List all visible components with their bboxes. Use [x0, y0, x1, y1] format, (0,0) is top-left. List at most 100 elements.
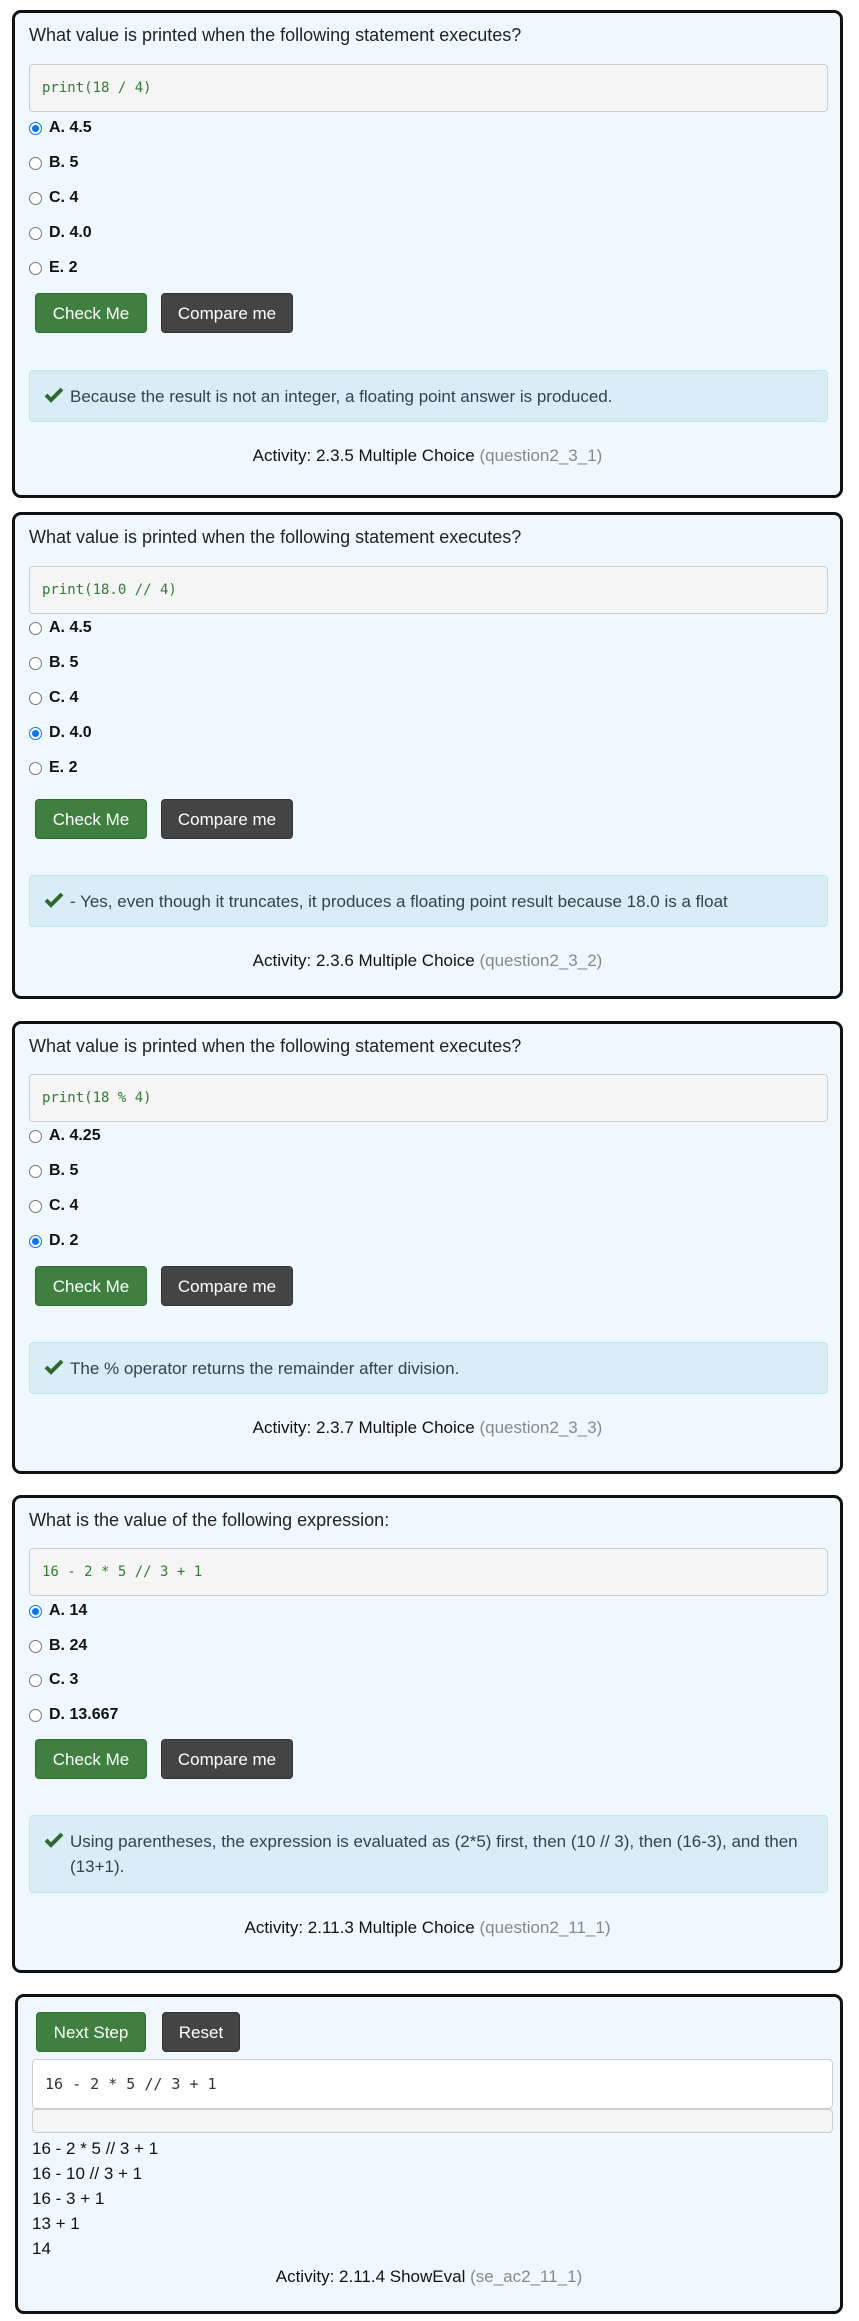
feedback-panel: Using parentheses, the expression is eva…: [29, 1815, 828, 1893]
radio-option-c[interactable]: [29, 1673, 42, 1687]
activity-caption: Activity: 2.11.3 Multiple Choice (questi…: [15, 1918, 840, 1938]
compare-me-button[interactable]: Compare me: [161, 799, 293, 839]
radio-option-c[interactable]: [29, 691, 42, 705]
code-block: print(18 / 4): [29, 64, 828, 112]
option-label: B. 5: [49, 154, 79, 171]
check-me-button[interactable]: Check Me: [35, 293, 147, 333]
option-a[interactable]: A. 4.25: [29, 1126, 101, 1146]
option-d[interactable]: D. 4.0: [29, 223, 92, 243]
option-label: D. 13.667: [49, 1706, 119, 1723]
option-d[interactable]: D. 13.667: [29, 1705, 118, 1725]
option-c[interactable]: C. 4: [29, 188, 78, 208]
radio-option-e[interactable]: [29, 761, 42, 775]
radio-option-b[interactable]: [29, 656, 42, 670]
check-me-button[interactable]: Check Me: [35, 799, 147, 839]
eval-step: 16 - 10 // 3 + 1: [32, 2164, 143, 2183]
option-label: E. 2: [49, 759, 78, 776]
option-label: A. 14: [49, 1602, 88, 1619]
option-e[interactable]: E. 2: [29, 258, 77, 278]
feedback-text: The % operator returns the remainder aft…: [70, 1359, 460, 1378]
activity-label: Activity: 2.3.7 Multiple Choice: [252, 1418, 475, 1437]
option-label: A. 4.5: [49, 619, 92, 636]
activity-caption: Activity: 2.3.5 Multiple Choice (questio…: [15, 446, 840, 466]
radio-option-a[interactable]: [29, 1604, 42, 1618]
question-text: What value is printed when the following…: [29, 527, 522, 547]
compare-me-button[interactable]: Compare me: [161, 1739, 293, 1779]
option-label: C. 4: [49, 1197, 79, 1214]
option-b[interactable]: B. 5: [29, 1161, 78, 1181]
option-label: C. 4: [49, 689, 79, 706]
compare-me-button[interactable]: Compare me: [161, 293, 293, 333]
checkmark-icon: [44, 387, 64, 403]
radio-option-e[interactable]: [29, 261, 42, 275]
activity-id: (question2_11_1): [479, 1918, 611, 1937]
radio-option-b[interactable]: [29, 1164, 42, 1178]
radio-option-b[interactable]: [29, 1639, 42, 1653]
activity-label: Activity: 2.3.6 Multiple Choice: [252, 951, 475, 970]
option-label: C. 4: [49, 189, 79, 206]
checkmark-icon: [44, 892, 64, 908]
eval-step: 13 + 1: [32, 2214, 80, 2233]
radio-option-d[interactable]: [29, 1708, 42, 1722]
question-text: What is the value of the following expre…: [29, 1510, 390, 1530]
option-d[interactable]: D. 2: [29, 1231, 78, 1251]
check-me-button[interactable]: Check Me: [35, 1739, 147, 1779]
option-e[interactable]: E. 2: [29, 758, 77, 778]
feedback-panel: The % operator returns the remainder aft…: [29, 1342, 828, 1394]
option-d[interactable]: D. 4.0: [29, 723, 92, 743]
expression-display: 16 - 2 * 5 // 3 + 1: [32, 2059, 833, 2109]
radio-option-d[interactable]: [29, 1234, 42, 1248]
evaluation-bar: [32, 2109, 833, 2133]
radio-option-a[interactable]: [29, 121, 42, 135]
activity-label: Activity: 2.11.3 Multiple Choice: [244, 1918, 475, 1937]
activity-id: (question2_3_1): [479, 446, 603, 465]
feedback-panel: Because the result is not an integer, a …: [29, 370, 828, 422]
reset-button[interactable]: Reset: [162, 2012, 240, 2052]
option-c[interactable]: C. 3: [29, 1670, 78, 1690]
option-label: D. 4.0: [49, 224, 92, 241]
question-card-4: What is the value of the following expre…: [12, 1495, 843, 1973]
eval-step: 14: [32, 2239, 51, 2258]
radio-option-a[interactable]: [29, 1129, 42, 1143]
activity-caption: Activity: 2.11.4 ShowEval (se_ac2_11_1): [18, 2267, 840, 2287]
option-b[interactable]: B. 24: [29, 1636, 87, 1656]
radio-option-a[interactable]: [29, 621, 42, 635]
activity-id: (question2_3_2): [479, 951, 603, 970]
showeval-card: Next Step Reset 16 - 2 * 5 // 3 + 1 16 -…: [15, 1994, 843, 2314]
code-block: 16 - 2 * 5 // 3 + 1: [29, 1548, 828, 1596]
option-a[interactable]: A. 14: [29, 1601, 87, 1621]
option-label: B. 5: [49, 1162, 79, 1179]
question-card-2: What value is printed when the following…: [12, 512, 843, 999]
option-b[interactable]: B. 5: [29, 153, 78, 173]
option-a[interactable]: A. 4.5: [29, 118, 92, 138]
option-label: B. 5: [49, 654, 79, 671]
next-step-button[interactable]: Next Step: [36, 2012, 146, 2052]
radio-option-d[interactable]: [29, 226, 42, 240]
activity-caption: Activity: 2.3.7 Multiple Choice (questio…: [15, 1418, 840, 1438]
option-b[interactable]: B. 5: [29, 653, 78, 673]
checkmark-icon: [44, 1832, 64, 1848]
checkmark-icon: [44, 1359, 64, 1375]
activity-id: (question2_3_3): [479, 1418, 603, 1437]
option-c[interactable]: C. 4: [29, 688, 78, 708]
feedback-text: Using parentheses, the expression is eva…: [70, 1832, 798, 1876]
feedback-panel: - Yes, even though it truncates, it prod…: [29, 875, 828, 927]
option-a[interactable]: A. 4.5: [29, 618, 92, 638]
radio-option-d[interactable]: [29, 726, 42, 740]
option-label: B. 24: [49, 1637, 88, 1654]
question-card-3: What value is printed when the following…: [12, 1021, 843, 1474]
question-text: What value is printed when the following…: [29, 1036, 522, 1056]
radio-option-c[interactable]: [29, 1199, 42, 1213]
activity-label: Activity: 2.11.4 ShowEval: [275, 2267, 466, 2286]
option-label: D. 2: [49, 1232, 79, 1249]
code-block: print(18 % 4): [29, 1074, 828, 1122]
radio-option-c[interactable]: [29, 191, 42, 205]
activity-id: (se_ac2_11_1): [470, 2267, 583, 2286]
option-label: E. 2: [49, 259, 78, 276]
option-c[interactable]: C. 4: [29, 1196, 78, 1216]
option-label: C. 3: [49, 1671, 79, 1688]
check-me-button[interactable]: Check Me: [35, 1266, 147, 1306]
radio-option-b[interactable]: [29, 156, 42, 170]
compare-me-button[interactable]: Compare me: [161, 1266, 293, 1306]
feedback-text: - Yes, even though it truncates, it prod…: [70, 892, 728, 911]
